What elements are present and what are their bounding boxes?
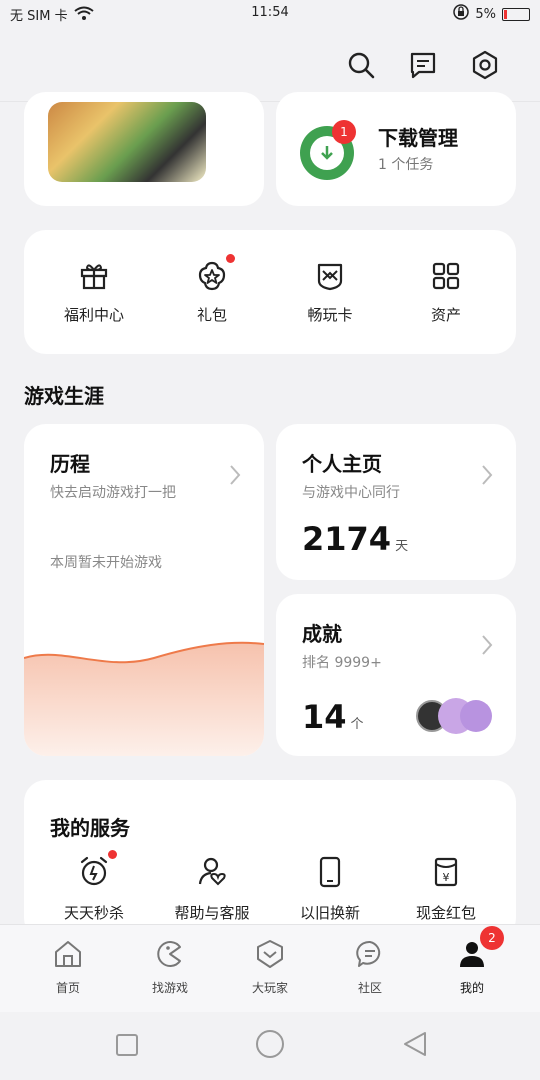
game-banner-image[interactable] xyxy=(48,102,206,182)
gift-pack-label: 礼包 xyxy=(196,306,227,324)
days-count-row: 2174 天 xyxy=(302,520,408,558)
chevron-right-icon xyxy=(480,464,494,490)
history-title: 历程 xyxy=(50,452,90,476)
flash-sale-button[interactable]: 天天秒杀 xyxy=(34,850,154,923)
download-subtitle: 1 个任务 xyxy=(378,157,434,173)
quick-actions-card: 福利中心 礼包 畅玩卡 资产 xyxy=(24,230,516,354)
back-button[interactable] xyxy=(402,1030,428,1062)
achievement-title: 成就 xyxy=(302,622,342,646)
svg-text:¥: ¥ xyxy=(443,871,450,884)
gift-pack-red-dot xyxy=(226,254,235,263)
achievement-rank: 排名 9999+ xyxy=(302,655,382,671)
back-triangle-icon xyxy=(404,1032,426,1056)
nav-home-label: 首页 xyxy=(55,981,80,995)
home-icon xyxy=(55,941,81,967)
help-service-label: 帮助与客服 xyxy=(174,904,250,922)
achievement-unit: 个 xyxy=(350,717,364,732)
my-services-card: 我的服务 天天秒杀 帮助与客服 以旧换新 ¥ 现金红包 xyxy=(24,780,516,940)
gift-pack-button[interactable]: 礼包 xyxy=(162,254,262,325)
cash-red-packet-button[interactable]: ¥ 现金红包 xyxy=(386,856,506,923)
top-header xyxy=(0,28,540,102)
gift-pack-icon xyxy=(162,254,262,292)
chat-bubble-icon xyxy=(356,940,381,967)
flash-sale-red-dot xyxy=(108,850,117,859)
bottom-navigation: 首页 找游戏 大玩家 社区 我的 xyxy=(0,924,540,1012)
play-card-icon xyxy=(280,260,380,292)
message-icon[interactable] xyxy=(406,48,440,82)
days-count: 2174 xyxy=(302,520,392,558)
nav-home[interactable]: 首页 xyxy=(28,939,108,996)
download-manager-card[interactable]: 1 下载管理 1 个任务 xyxy=(276,92,516,206)
phone-icon xyxy=(270,856,390,888)
play-card-label: 畅玩卡 xyxy=(307,306,353,324)
badge-icon xyxy=(460,700,492,732)
history-note: 本周暂未开始游戏 xyxy=(50,555,162,571)
alarm-clock-icon xyxy=(34,850,154,888)
cash-red-packet-label: 现金红包 xyxy=(415,904,476,922)
nav-big-player[interactable]: 大玩家 xyxy=(230,939,310,996)
settings-icon[interactable] xyxy=(468,48,502,82)
trade-in-label: 以旧换新 xyxy=(299,904,360,922)
chevron-right-icon xyxy=(480,634,494,660)
system-navigation-bar xyxy=(0,1012,540,1080)
recent-game-card[interactable] xyxy=(24,92,264,206)
lock-rotation-icon xyxy=(453,4,470,24)
achievement-count: 14 xyxy=(302,698,347,736)
nav-community-label: 社区 xyxy=(357,981,382,995)
red-packet-icon: ¥ xyxy=(386,856,506,888)
activity-wave-chart xyxy=(24,641,264,756)
recent-apps-button[interactable] xyxy=(116,1034,138,1056)
assets-label: 资产 xyxy=(430,306,461,324)
chevron-right-icon xyxy=(228,464,242,490)
play-card-button[interactable]: 畅玩卡 xyxy=(280,260,380,325)
section-title-career: 游戏生涯 xyxy=(24,384,104,408)
person-heart-icon xyxy=(152,856,272,888)
battery-percent: 5% xyxy=(475,6,496,22)
status-bar: 无 SIM 卡 11:54 5% xyxy=(0,0,540,28)
nav-mine[interactable]: 我的 xyxy=(432,939,512,996)
history-subtitle: 快去启动游戏打一把 xyxy=(50,485,176,501)
nav-find-games[interactable]: 找游戏 xyxy=(130,939,210,996)
search-icon[interactable] xyxy=(344,48,378,82)
nav-community[interactable]: 社区 xyxy=(330,939,410,996)
services-title: 我的服务 xyxy=(50,816,130,840)
help-service-button[interactable]: 帮助与客服 xyxy=(152,856,272,923)
nav-find-games-label: 找游戏 xyxy=(151,981,188,995)
home-button[interactable] xyxy=(256,1030,284,1058)
achievement-count-row: 14 个 xyxy=(302,698,364,736)
download-title: 下载管理 xyxy=(378,126,458,150)
download-badge: 1 xyxy=(332,120,356,144)
welfare-center-label: 福利中心 xyxy=(63,306,124,324)
gift-icon xyxy=(44,260,144,292)
shield-badge-icon xyxy=(257,940,283,968)
history-card[interactable]: 历程 快去启动游戏打一把 本周暂未开始游戏 xyxy=(24,424,264,756)
pacman-icon xyxy=(157,941,181,967)
mine-notification-badge: 2 xyxy=(480,926,504,950)
personal-subtitle: 与游戏中心同行 xyxy=(302,485,400,501)
trade-in-button[interactable]: 以旧换新 xyxy=(270,856,390,923)
flash-sale-label: 天天秒杀 xyxy=(63,904,124,922)
personal-title: 个人主页 xyxy=(302,452,382,476)
achievement-badges xyxy=(416,698,496,734)
days-unit: 天 xyxy=(395,539,409,554)
nav-big-player-label: 大玩家 xyxy=(251,981,288,995)
achievement-card[interactable]: 成就 排名 9999+ 14 个 xyxy=(276,594,516,756)
assets-button[interactable]: 资产 xyxy=(396,260,496,325)
grid-icon xyxy=(396,260,496,292)
battery-icon xyxy=(502,7,530,21)
welfare-center-button[interactable]: 福利中心 xyxy=(44,260,144,325)
nav-mine-label: 我的 xyxy=(459,981,484,995)
personal-page-card[interactable]: 个人主页 与游戏中心同行 2174 天 xyxy=(276,424,516,580)
